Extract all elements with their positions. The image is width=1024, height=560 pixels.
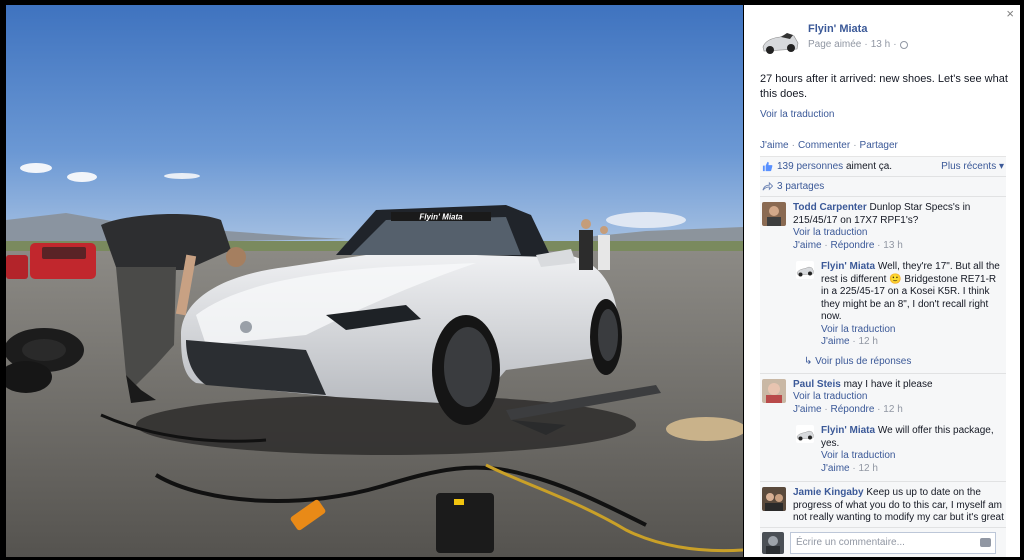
car-thumbnail-icon [796, 425, 814, 443]
camera-icon[interactable] [980, 537, 991, 547]
post-sidebar: × Flyin' Miata Page aimée · 13 h · 27 ho… [744, 5, 1020, 557]
like-action[interactable]: J'aime [760, 140, 789, 151]
comment-time[interactable]: 12 h [858, 336, 877, 347]
likes-suffix: aiment ça. [845, 161, 893, 172]
post-photo[interactable]: Flyin' Miata [6, 5, 743, 557]
comment-author[interactable]: Flyin' Miata [821, 261, 875, 272]
car-thumbnail-icon [760, 21, 800, 61]
comment-reply-link[interactable]: Répondre [830, 240, 874, 251]
share-icon [762, 181, 773, 191]
comment-meta: J'aime · Répondre · 12 h [793, 403, 903, 415]
comment-translate-link[interactable]: Voir la traduction [793, 227, 1004, 240]
page-liked-status: Page aimée [808, 39, 862, 50]
comment-reply-link[interactable]: Répondre [830, 404, 874, 415]
comment-composer: Écrire un commentaire... [760, 527, 1006, 557]
comment-like-link[interactable]: J'aime [793, 404, 822, 415]
comment-translate-link[interactable]: Voir la traduction [793, 391, 933, 404]
user-avatar-icon [762, 378, 786, 403]
comment-input-placeholder: Écrire un commentaire... [796, 536, 905, 548]
post-header: Flyin' Miata Page aimée · 13 h · [760, 21, 908, 61]
windshield-banner-text: Flyin' Miata [419, 213, 463, 222]
comment-author[interactable]: Jamie Kingaby [793, 487, 864, 498]
comment-time[interactable]: 13 h [883, 240, 902, 251]
comment: Jamie Kingaby Keep us up to date on the … [760, 482, 1006, 529]
comment-time[interactable]: 12 h [858, 463, 877, 474]
comment-input[interactable]: Écrire un commentaire... [790, 531, 996, 554]
sort-comments-dropdown[interactable]: Plus récents ▾ [941, 161, 1004, 172]
user-avatar-icon [762, 531, 784, 554]
avatar[interactable] [762, 487, 786, 511]
car-thumbnail-icon [796, 261, 814, 279]
comment-reply: Flyin' Miata Well, they're 17". But all … [760, 256, 1006, 353]
comment-author[interactable]: Flyin' Miata [821, 425, 875, 436]
avatar[interactable] [762, 202, 786, 226]
likes-count[interactable]: 139 personnes [777, 161, 843, 172]
avatar[interactable] [796, 425, 814, 443]
comment-like-link[interactable]: J'aime [821, 336, 850, 347]
shares-summary: 3 partages [760, 177, 1006, 197]
avatar [762, 531, 784, 554]
likes-summary: 139 personnes aiment ça. Plus récents ▾ [760, 157, 1006, 177]
comment-author[interactable]: Paul Steis [793, 379, 841, 390]
post-translate-link[interactable]: Voir la traduction [760, 109, 835, 120]
comment-reply: Flyin' Miata We will offer this package,… [760, 420, 1006, 482]
comment-meta: J'aime · Répondre · 13 h [793, 239, 903, 251]
close-icon[interactable]: × [1006, 7, 1014, 21]
post-text: 27 hours after it arrived: new shoes. Le… [760, 73, 1008, 100]
view-more-replies-link[interactable]: ↳ Voir plus de réponses [760, 353, 1006, 374]
thumbs-up-icon [762, 161, 773, 172]
post-actions: J'aime · Commenter · Partager [760, 140, 898, 151]
comment-translate-link[interactable]: Voir la traduction [821, 450, 1004, 463]
shares-count[interactable]: 3 partages [777, 181, 824, 192]
page-name[interactable]: Flyin' Miata [808, 23, 908, 35]
post-meta: Page aimée · 13 h · [808, 39, 908, 50]
comment-like-link[interactable]: J'aime [793, 240, 822, 251]
globe-icon[interactable] [899, 40, 908, 49]
comment-translate-link[interactable]: Voir la traduction [821, 324, 1004, 337]
view-more-replies-label[interactable]: Voir plus de réponses [815, 356, 911, 367]
comment-like-link[interactable]: J'aime [821, 463, 850, 474]
comment-text: may I have it please [843, 378, 933, 390]
comment: Todd Carpenter Dunlop Star Specs's in 21… [760, 197, 1006, 256]
comment-time[interactable]: 12 h [883, 404, 902, 415]
comment: Paul Steis may I have it please Voir la … [760, 374, 1006, 421]
comment-action[interactable]: Commenter [798, 140, 850, 151]
avatar[interactable] [796, 261, 814, 279]
share-action[interactable]: Partager [860, 140, 898, 151]
post-timestamp[interactable]: 13 h [871, 39, 890, 50]
comment-author[interactable]: Todd Carpenter [793, 202, 867, 213]
user-avatar-icon [762, 202, 786, 226]
comment-meta: J'aime · 12 h [821, 336, 878, 347]
page-avatar[interactable] [760, 21, 800, 61]
feedback-section: 139 personnes aiment ça. Plus récents ▾ … [760, 156, 1006, 529]
comment-meta: J'aime · 12 h [821, 462, 878, 474]
user-avatar-icon [762, 487, 786, 511]
avatar[interactable] [762, 378, 786, 403]
